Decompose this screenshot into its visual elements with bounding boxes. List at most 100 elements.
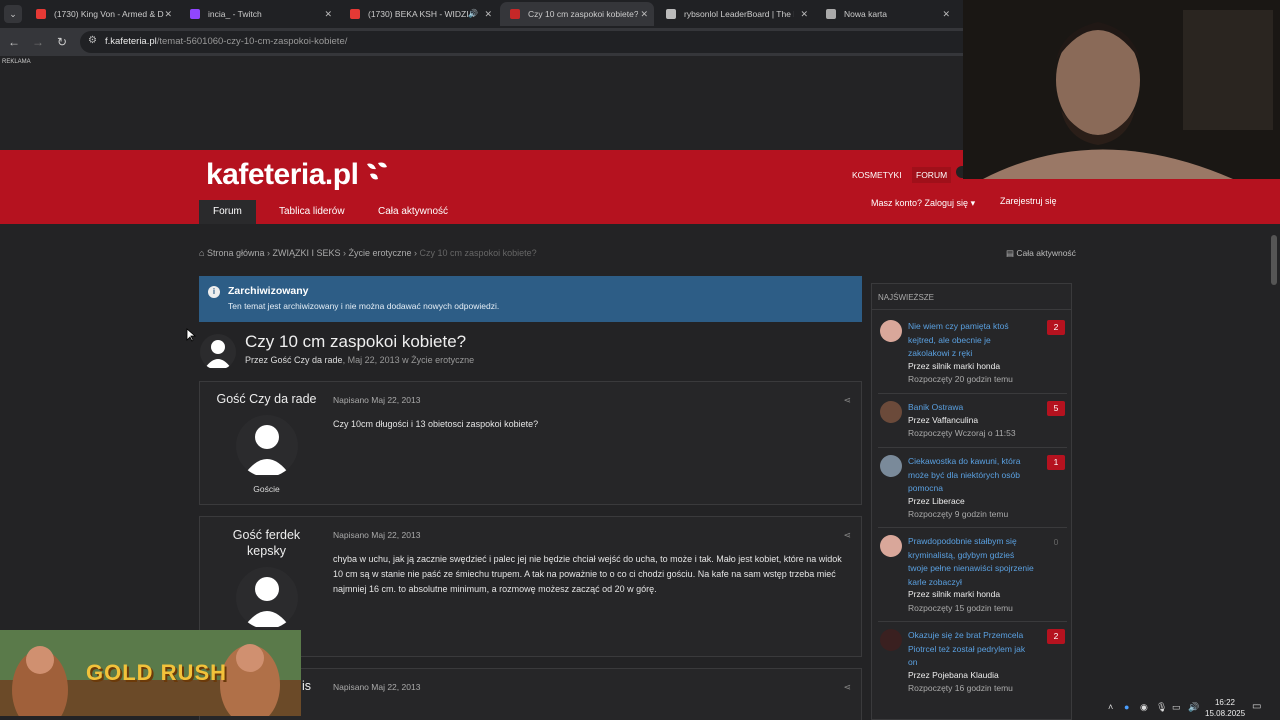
topic-author-avatar[interactable] [880,535,902,557]
post-date: Napisano Maj 22, 2013 [333,682,421,692]
share-icon[interactable]: ⋖ [843,395,851,406]
page-scrollbar[interactable] [1271,235,1277,285]
notifications-icon[interactable]: ▭ [1252,701,1261,712]
breadcrumb-category[interactable]: Życie erotyczne [349,248,412,258]
reply-count-badge: 0 [1053,537,1059,547]
close-tab-icon[interactable]: ✕ [484,2,492,26]
caret-down-icon: ▾ [970,198,976,208]
archived-title: Zarchiwizowany [228,285,309,297]
newest-topic-author[interactable]: Przez silnik marki honda [908,361,1000,371]
newest-topic-started: Rozpoczęty 16 godzin temu [908,683,1013,693]
browser-tab[interactable]: Czy 10 cm zaspokoi kobiete? - ✕ [500,2,654,26]
close-tab-icon[interactable]: ✕ [324,2,332,26]
tab-forum[interactable]: Forum [199,200,256,224]
logo-coffee-bean-icon [367,162,387,180]
topic-author-avatar[interactable] [880,320,902,342]
breadcrumb-section[interactable]: ZWIĄZKI I SEKS [273,248,341,258]
newest-topic-title[interactable]: Ciekawostka do kawuni, która może być dl… [908,455,1034,496]
close-tab-icon[interactable]: ✕ [164,2,172,26]
home-icon: ⌂ [199,248,205,258]
register-link[interactable]: Zarejestruj się [1000,196,1057,206]
newest-topic-author[interactable]: Przez silnik marki honda [908,589,1000,599]
system-clock[interactable]: 16:22 15.08.2025 [1205,697,1245,719]
browser-tab[interactable]: rybsonlol LeaderBoard | The be ✕ [656,2,814,26]
topic-author-avatar[interactable] [880,455,902,477]
back-arrow-icon[interactable]: ← [6,34,22,50]
reply-count-badge: 2 [1047,629,1065,644]
newest-topic-title[interactable]: Banik Ostrawa [908,401,1034,415]
tab-title: incia_ - Twitch [208,9,262,19]
address-url: f.kafeteria.pl/temat-5601060-czy-10-cm-z… [105,36,348,47]
reply-count-badge: 1 [1047,455,1065,470]
discord-icon[interactable]: ◉ [1140,702,1148,713]
share-icon[interactable]: ⋖ [843,682,851,693]
newest-topic-author[interactable]: Przez Pojebana Klaudia [908,670,999,680]
login-link[interactable]: Masz konto? Zaloguj się ▾ [871,198,975,209]
close-tab-icon[interactable]: ✕ [942,2,950,26]
post-avatar[interactable] [236,415,298,477]
post-author[interactable]: Gość ferdek kepsky [200,527,333,559]
post-avatar[interactable] [236,567,298,629]
divider [878,527,1067,528]
browser-tab[interactable]: incia_ - Twitch ✕ [180,2,338,26]
post-author-role: Goście [253,484,280,494]
topic-author-avatar[interactable] [200,334,236,370]
browser-tab[interactable]: (1730) King Von - Armed & Da ✕ [26,2,178,26]
tab-audio-icon[interactable]: 🔊 [468,2,478,26]
forward-arrow-icon[interactable]: → [30,34,46,50]
topic-category[interactable]: Życie erotyczne [411,355,474,365]
reload-icon[interactable]: ↻ [54,34,70,50]
site-info-icon[interactable]: ⚙ [88,35,97,46]
archived-notice: i Zarchiwizowany Ten temat jest archiwiz… [199,276,862,322]
newest-topic-title[interactable]: Okazuje się że brat Przemcela Piotrcel t… [908,629,1034,670]
topic-author-avatar[interactable] [880,401,902,423]
tab-favicon-icon [350,9,360,19]
site-logo[interactable]: kafeteria.pl [206,158,359,192]
tab-title: Nowa karta [844,9,887,19]
newest-topic-title[interactable]: Prawdopodobnie stałbym się kryminalistą,… [908,535,1034,589]
nav-forum-link[interactable]: FORUM [912,167,952,183]
breadcrumb: ⌂ Strona główna › ZWIĄZKI I SEKS › Życie… [199,248,537,258]
newest-topic-started: Rozpoczęty 15 godzin temu [908,602,1013,613]
speaker-icon[interactable]: 🔊 [1188,702,1199,713]
tab-search-chevron-icon[interactable]: ⌄ [4,5,22,23]
tab-title: Czy 10 cm zaspokoi kobiete? - [528,9,638,19]
topic-title: Czy 10 cm zaspokoi kobiete? [245,332,467,351]
breadcrumb-home[interactable]: Strona główna [207,248,265,258]
nav-kosmetyki-link[interactable]: KOSMETYKI [848,167,906,183]
newest-topic-title[interactable]: Nie wiem czy pamięta ktoś kejtred, ale o… [908,320,1034,361]
post-author[interactable]: Gość Czy da rade [200,392,333,406]
chevron-up-icon[interactable]: ˄ [1108,702,1113,712]
topic-author-avatar[interactable] [880,629,902,651]
tab-favicon-icon [826,9,836,19]
tab-title: (1730) King Von - Armed & Da [54,9,164,19]
divider [878,393,1067,394]
newest-topic-author[interactable]: Przez Vaffanculina [908,415,978,425]
newest-topic-author[interactable]: Przez Liberace [908,496,965,506]
post-date: Napisano Maj 22, 2013 [333,530,421,540]
newest-topics-widget: NAJŚWIEŻSZE Nie wiem czy pamięta ktoś ke… [871,283,1072,720]
browser-tab[interactable]: (1730) BEKA KSH - WIDZIA 🔊 ✕ [340,2,498,26]
address-bar[interactable]: ⚙ f.kafeteria.pl/temat-5601060-czy-10-cm… [80,31,980,53]
tab-leaderboard[interactable]: Tablica liderów [265,200,359,224]
tab-favicon-icon [36,9,46,19]
info-icon: i [208,286,220,298]
divider [878,621,1067,622]
tab-favicon-icon [510,9,520,19]
all-activity-link[interactable]: ▤ Cała aktywność [1006,248,1076,259]
close-tab-icon[interactable]: ✕ [640,2,648,26]
tab-title: (1730) BEKA KSH - WIDZIA [368,9,475,19]
network-icon[interactable]: ▭ [1172,702,1181,713]
widget-heading: NAJŚWIEŻSZE [878,293,935,302]
reply-count-badge: 2 [1047,320,1065,335]
topic-author[interactable]: Gość Czy da rade [271,355,343,365]
microphone-icon[interactable]: 🎙 [1156,702,1167,713]
browser-tab[interactable]: Nowa karta ✕ [816,2,956,26]
app-tray-icon[interactable]: ● [1124,702,1129,712]
topic-meta: Przez Gość Czy da rade, Maj 22, 2013 w Ż… [245,355,475,365]
game-banner-overlay: GOLD RUSH [0,630,301,716]
share-icon[interactable]: ⋖ [843,530,851,541]
close-tab-icon[interactable]: ✕ [800,2,808,26]
tab-all-activity[interactable]: Cała aktywność [364,200,462,224]
divider [872,309,1071,310]
